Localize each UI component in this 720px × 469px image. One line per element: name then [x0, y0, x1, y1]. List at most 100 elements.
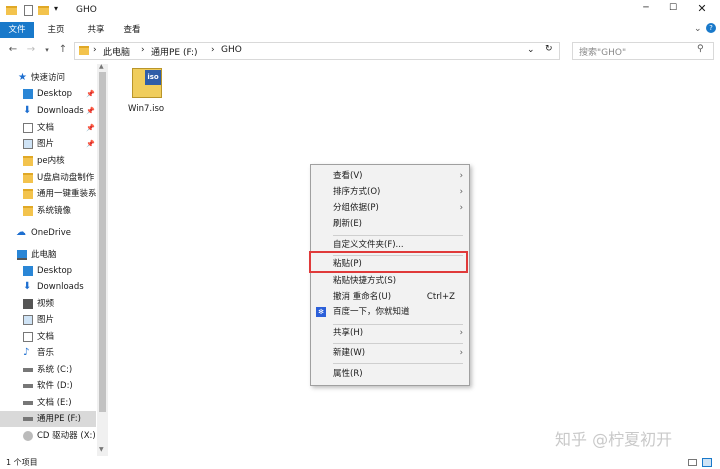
nav-label: 系统 (C:) — [37, 365, 73, 375]
title-bar: ▾ GHO ─ ☐ ✕ — [0, 0, 720, 22]
document-icon — [23, 123, 33, 133]
nav-pc-drive-f[interactable]: 通用PE (F:) — [0, 411, 96, 427]
menu-item-undo[interactable]: 撤消 重命名(U) Ctrl+Z — [311, 289, 469, 305]
qat-new-folder-icon[interactable] — [38, 6, 49, 15]
maximize-button[interactable]: ☐ — [663, 3, 683, 13]
search-box[interactable]: 搜索"GHO" ⚲ — [572, 42, 714, 60]
nav-quick-usb[interactable]: U盘启动盘制作 — [0, 170, 96, 186]
menu-label: 粘贴快捷方式(S) — [333, 276, 397, 286]
nav-this-pc[interactable]: 此电脑 — [0, 247, 96, 263]
nav-pc-drive-e[interactable]: 文档 (E:) — [0, 395, 96, 411]
address-dropdown-icon[interactable]: ⌄ — [527, 45, 535, 55]
desktop-icon — [23, 266, 33, 276]
nav-pc-videos[interactable]: 视频 — [0, 296, 96, 312]
qat-dropdown-icon[interactable]: ▾ — [54, 4, 58, 13]
minimize-button[interactable]: ─ — [636, 3, 656, 13]
scroll-up-icon[interactable]: ▲ — [99, 63, 104, 70]
nav-onedrive[interactable]: ☁ OneDrive — [0, 225, 96, 241]
close-button[interactable]: ✕ — [692, 2, 712, 15]
menu-item-share[interactable]: 共享(H) › — [311, 325, 469, 341]
iso-file-icon: iso — [132, 68, 162, 98]
nav-pc-desktop[interactable]: Desktop — [0, 263, 96, 279]
nav-quick-access[interactable]: ★ 快速访问 — [0, 70, 96, 86]
pin-icon[interactable]: 📌 — [86, 103, 95, 119]
breadcrumb-gho[interactable]: GHO — [221, 45, 242, 55]
breadcrumb-sep-icon[interactable]: › — [93, 45, 97, 55]
file-item[interactable]: iso Win7.iso — [124, 66, 168, 118]
nav-pc-downloads[interactable]: ⬇ Downloads — [0, 279, 96, 295]
nav-scroll-thumb[interactable] — [99, 72, 106, 412]
nav-label: 文档 — [37, 332, 55, 342]
folder-icon — [23, 189, 33, 199]
pin-icon[interactable]: 📌 — [86, 120, 95, 136]
menu-item-sort[interactable]: 排序方式(O) › — [311, 184, 469, 200]
nav-quick-pictures[interactable]: 图片 📌 — [0, 136, 96, 152]
large-icons-view-icon[interactable] — [702, 458, 712, 467]
menu-item-new[interactable]: 新建(W) › — [311, 345, 469, 361]
nav-label: 文档 (E:) — [37, 398, 72, 408]
breadcrumb-this-pc[interactable]: 此电脑 — [103, 45, 130, 58]
baidu-paw-icon: ✻ — [316, 307, 326, 317]
nav-scrollbar[interactable]: ▲ ▼ — [97, 63, 108, 456]
menu-separator — [333, 363, 463, 364]
breadcrumb-drive[interactable]: 通用PE (F:) — [151, 45, 198, 58]
nav-quick-documents[interactable]: 文档 📌 — [0, 120, 96, 136]
submenu-arrow-icon: › — [459, 348, 463, 358]
tab-view[interactable]: 查看 — [114, 22, 150, 38]
menu-label: 分组依据(P) — [333, 203, 379, 213]
nav-quick-pe[interactable]: pe内核 — [0, 153, 96, 169]
menu-item-view[interactable]: 查看(V) › — [311, 168, 469, 184]
iso-icon-label: iso — [145, 70, 161, 85]
menu-shortcut: Ctrl+Z — [426, 292, 455, 302]
nav-quick-desktop[interactable]: Desktop 📌 — [0, 86, 96, 102]
menu-item-group[interactable]: 分组依据(P) › — [311, 200, 469, 216]
nav-pc-drive-x[interactable]: CD 驱动器 (X:) — [0, 428, 96, 444]
tab-share[interactable]: 共享 — [78, 22, 114, 38]
search-icon[interactable]: ⚲ — [697, 44, 704, 54]
desktop-icon — [23, 89, 33, 99]
nav-quick-images[interactable]: 系统镜像 — [0, 203, 96, 219]
back-button[interactable]: ← — [6, 43, 20, 57]
picture-icon — [23, 139, 33, 149]
tab-home[interactable]: 主页 — [38, 22, 74, 38]
menu-item-baidu[interactable]: ✻ 百度一下，你就知道 — [311, 304, 469, 320]
nav-label: Downloads — [37, 106, 84, 116]
recent-dropdown-icon[interactable]: ▾ — [40, 43, 54, 57]
help-icon[interactable]: ? — [706, 23, 716, 33]
pin-icon[interactable]: 📌 — [86, 136, 95, 152]
scroll-down-icon[interactable]: ▼ — [99, 446, 104, 453]
up-button[interactable]: ↑ — [56, 43, 70, 57]
drive-icon — [23, 401, 33, 405]
nav-label: Downloads — [37, 282, 84, 292]
nav-pc-music[interactable]: ♪ 音乐 — [0, 345, 96, 361]
ribbon-expand-icon[interactable]: ⌄ — [694, 24, 702, 34]
nav-pc-documents[interactable]: 文档 — [0, 329, 96, 345]
address-bar[interactable]: › 此电脑 › 通用PE (F:) › GHO ⌄ ↻ — [74, 42, 560, 60]
refresh-icon[interactable]: ↻ — [545, 44, 553, 54]
nav-pc-drive-c[interactable]: 系统 (C:) — [0, 362, 96, 378]
nav-quick-reinstall[interactable]: 通用一键重装系 — [0, 186, 96, 202]
menu-label: 撤消 重命名(U) — [333, 292, 392, 302]
submenu-arrow-icon: › — [459, 203, 463, 213]
menu-label: 共享(H) — [333, 328, 364, 338]
forward-button[interactable]: → — [24, 43, 38, 57]
nav-label: 软件 (D:) — [37, 381, 73, 391]
breadcrumb-sep-icon[interactable]: › — [211, 45, 215, 55]
submenu-arrow-icon: › — [459, 187, 463, 197]
nav-pc-drive-d[interactable]: 软件 (D:) — [0, 378, 96, 394]
menu-item-paste-shortcut[interactable]: 粘贴快捷方式(S) — [311, 273, 469, 289]
tab-file[interactable]: 文件 — [0, 22, 34, 38]
menu-item-properties[interactable]: 属性(R) — [311, 366, 469, 382]
pin-icon[interactable]: 📌 — [86, 86, 95, 102]
search-input[interactable]: 搜索"GHO" — [579, 45, 626, 58]
cloud-icon: ☁ — [16, 227, 26, 238]
breadcrumb-sep-icon[interactable]: › — [141, 45, 145, 55]
nav-pc-pictures[interactable]: 图片 — [0, 312, 96, 328]
nav-quick-downloads[interactable]: ⬇ Downloads 📌 — [0, 103, 96, 119]
status-bar: 1 个项目 — [0, 456, 720, 469]
nav-label: 系统镜像 — [37, 206, 72, 216]
details-view-icon[interactable] — [688, 459, 697, 466]
menu-item-refresh[interactable]: 刷新(E) — [311, 216, 469, 232]
nav-label: CD 驱动器 (X:) — [37, 431, 96, 441]
qat-properties-icon[interactable] — [24, 5, 33, 16]
